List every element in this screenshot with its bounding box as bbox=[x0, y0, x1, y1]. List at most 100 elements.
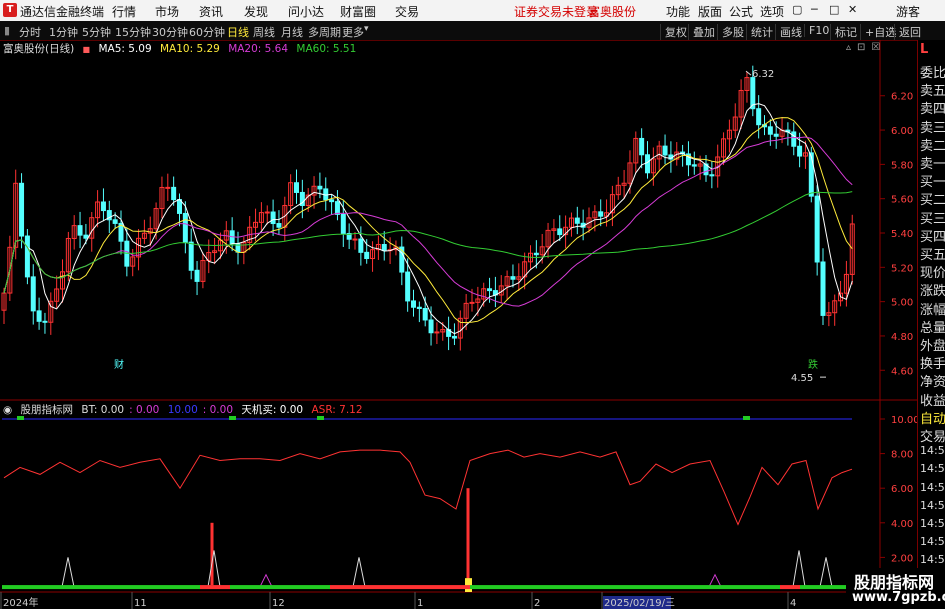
guest-label[interactable]: 游客 bbox=[896, 3, 920, 20]
menu-item-news[interactable]: 资讯 bbox=[199, 3, 223, 20]
period-tab[interactable]: 分时 bbox=[19, 24, 41, 40]
candle-body bbox=[188, 241, 194, 271]
candle-body bbox=[434, 331, 440, 334]
candle-body bbox=[364, 251, 370, 260]
menu-item-formula[interactable]: 公式 bbox=[729, 3, 753, 20]
menu-item-layout[interactable]: 版面 bbox=[698, 3, 722, 20]
period-tab[interactable]: 5分钟 bbox=[82, 24, 111, 40]
candle-body bbox=[451, 335, 457, 339]
side-panel-item: 总量 bbox=[920, 320, 945, 336]
candle-body bbox=[177, 199, 182, 214]
side-panel-item: 买五 bbox=[920, 248, 945, 263]
login-notice[interactable]: 证券交易未登录 bbox=[514, 3, 598, 20]
toolbar-button-watchlist[interactable]: +自选 bbox=[860, 24, 896, 40]
signal-spike bbox=[819, 557, 833, 587]
toolbar-button-overlay[interactable]: 叠加 bbox=[688, 24, 715, 40]
kline-chart-canvas[interactable]: 6.20 6.00 5.80 5.60 5.40 5.20 5.00 4.80 4.60 10.0… bbox=[0, 40, 917, 609]
menu-item-trade[interactable]: 交易 bbox=[395, 3, 419, 20]
toolbar-button-draw[interactable]: 画线 bbox=[775, 24, 802, 40]
side-panel-item: 买二 bbox=[920, 193, 945, 209]
period-tab[interactable]: 多周期 bbox=[308, 24, 341, 40]
candle-body bbox=[264, 211, 270, 214]
period-tab-active[interactable]: 日线 bbox=[227, 24, 249, 40]
candle-body bbox=[83, 234, 89, 239]
restore-icon[interactable]: ─ bbox=[811, 3, 818, 16]
candle-body bbox=[381, 243, 387, 252]
signal-strip bbox=[800, 585, 852, 590]
date-label: 4 bbox=[790, 598, 796, 609]
toolbar-button-multi[interactable]: 多股 bbox=[717, 24, 744, 40]
chevron-down-icon[interactable]: ▾ bbox=[364, 24, 369, 34]
toolbar-button-f10[interactable]: F10 bbox=[804, 24, 829, 37]
candle-body bbox=[276, 223, 282, 228]
date-label: 2 bbox=[534, 598, 540, 609]
candle-body bbox=[42, 320, 48, 323]
signal-strip bbox=[780, 585, 800, 590]
toolbar-button-back[interactable]: 返回 bbox=[894, 24, 921, 40]
toolbar-button-mark[interactable]: 标记 bbox=[830, 24, 857, 40]
app-logo-icon: T bbox=[3, 3, 17, 17]
minimize-icon[interactable]: ▢ bbox=[792, 3, 802, 16]
candle-body bbox=[773, 133, 779, 137]
indicator-tick-label: 8.00 bbox=[891, 450, 913, 461]
period-tab[interactable]: 月线 bbox=[281, 24, 303, 40]
period-tab[interactable]: 周线 bbox=[253, 24, 275, 40]
side-panel-item: 外盘 bbox=[920, 339, 945, 354]
toolbar-menu-icon[interactable]: ▮ bbox=[4, 24, 10, 37]
menu-item-wealth[interactable]: 财富圈 bbox=[340, 3, 376, 20]
signal-spike bbox=[792, 550, 806, 587]
side-panel-item: 14:56 bbox=[920, 444, 945, 458]
candle-body bbox=[416, 306, 422, 310]
signal-dot bbox=[17, 416, 24, 420]
side-panel-item: 买一 bbox=[920, 175, 945, 191]
menu-item-function[interactable]: 功能 bbox=[666, 3, 690, 20]
close-icon[interactable]: ✕ bbox=[848, 3, 857, 16]
candle-body bbox=[428, 319, 434, 334]
signal-spike bbox=[708, 573, 722, 588]
date-label: 12 bbox=[272, 598, 285, 609]
stock-name-top: 富奥股份 bbox=[588, 5, 637, 19]
high-price-label: 6.32 bbox=[752, 69, 774, 80]
candle-body bbox=[329, 199, 335, 203]
candle-body bbox=[797, 145, 803, 157]
price-tick-label: 5.40 bbox=[891, 229, 913, 240]
side-panel-item: 委比 bbox=[920, 66, 945, 81]
candle-body bbox=[334, 201, 340, 215]
toolbar-button-stats[interactable]: 统计 bbox=[746, 24, 773, 40]
menu-item-quotes[interactable]: 行情 bbox=[112, 3, 136, 20]
signal-dot bbox=[317, 416, 324, 420]
period-more[interactable]: 更多 bbox=[342, 24, 364, 40]
candle-body bbox=[814, 195, 820, 263]
maximize-icon[interactable]: □ bbox=[829, 3, 839, 16]
toolbar-button-adjust[interactable]: 复权 bbox=[660, 24, 687, 40]
candle-body bbox=[820, 261, 826, 316]
candle-body bbox=[77, 225, 83, 236]
price-tick-label: 6.20 bbox=[891, 92, 913, 103]
date-label: 2024年 bbox=[3, 596, 38, 609]
signal-spike bbox=[61, 557, 75, 587]
candle-body bbox=[750, 77, 756, 110]
side-panel-item: 卖二 bbox=[920, 138, 945, 154]
side-panel-item: 卖四 bbox=[920, 102, 945, 118]
ma-line-20 bbox=[3, 136, 853, 307]
price-tick-label: 5.00 bbox=[891, 298, 913, 309]
candle-body bbox=[24, 235, 30, 278]
candle-body bbox=[19, 182, 25, 237]
signal-dot bbox=[229, 416, 236, 420]
side-panel-item: 卖三 bbox=[920, 120, 945, 136]
side-panel-item: 交易 bbox=[920, 430, 945, 445]
period-tab[interactable]: 1分钟 bbox=[49, 24, 78, 40]
candle-body bbox=[294, 182, 299, 193]
indicator-tick-label: 6.00 bbox=[891, 484, 913, 495]
menu-item-options[interactable]: 选项 bbox=[760, 3, 784, 20]
menu-item-discover[interactable]: 发现 bbox=[244, 3, 268, 20]
side-panel-item: 收益 bbox=[920, 393, 945, 409]
side-panel-item: 买三 bbox=[920, 211, 945, 227]
period-tab[interactable]: 30分钟 bbox=[152, 24, 188, 40]
menu-item-ask[interactable]: 问小达 bbox=[288, 3, 324, 20]
period-tab[interactable]: 15分钟 bbox=[115, 24, 151, 40]
menu-item-market[interactable]: 市场 bbox=[155, 3, 179, 20]
candle-body bbox=[112, 219, 118, 224]
period-tab[interactable]: 60分钟 bbox=[189, 24, 225, 40]
indicator-tick-label: 10.00 bbox=[891, 415, 917, 426]
